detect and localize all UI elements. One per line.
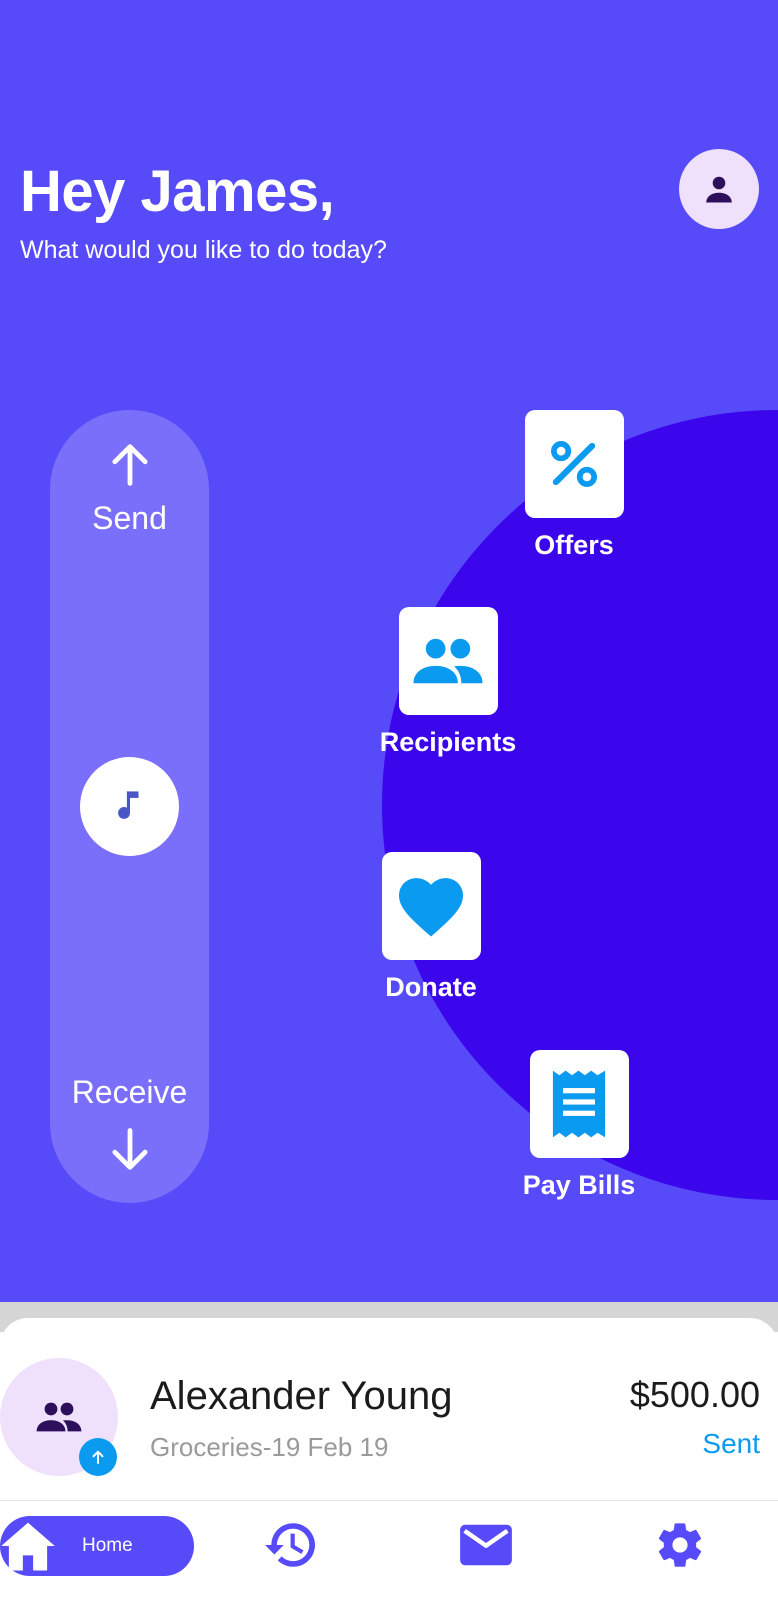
nav-home-button[interactable]: Home (0, 1516, 194, 1576)
recipients-tile[interactable] (398, 607, 498, 715)
pay-bills-action[interactable]: Pay Bills (499, 1050, 659, 1201)
mail-icon (460, 1524, 512, 1566)
bottom-navigation: Home (0, 1500, 778, 1601)
receipt-icon (552, 1070, 606, 1138)
donate-label: Donate (385, 972, 477, 1002)
offers-action[interactable]: Offers (494, 410, 654, 561)
settings-icon (658, 1523, 702, 1567)
person-icon (706, 176, 732, 203)
offers-tile[interactable] (524, 410, 624, 518)
arrow-down-icon (111, 1128, 148, 1170)
receive-label[interactable]: Receive (50, 1074, 209, 1111)
nav-messages-button[interactable] (456, 1515, 516, 1575)
offers-label: Offers (534, 530, 614, 560)
history-icon (265, 1523, 315, 1567)
nav-home-label: Home (82, 1535, 133, 1556)
sent-badge (79, 1438, 117, 1476)
donate-tile[interactable] (381, 852, 481, 960)
people-icon (413, 638, 483, 684)
home-icon (1, 1522, 55, 1571)
greeting-title: Hey James, (20, 159, 335, 224)
pay-bills-tile[interactable] (529, 1050, 629, 1158)
recipients-label: Recipients (379, 727, 517, 757)
arrow-up-icon (92, 1450, 104, 1464)
send-receive-slider[interactable]: Send Receive (50, 410, 209, 1203)
percent-icon (551, 441, 597, 487)
heart-icon (399, 878, 463, 937)
send-label[interactable]: Send (50, 500, 209, 537)
profile-avatar-button[interactable] (679, 149, 759, 229)
transaction-detail: Groceries-19 Feb 19 (150, 1432, 389, 1462)
transaction-amount: $500.00 (629, 1374, 760, 1415)
slider-knob[interactable] (80, 757, 179, 856)
transaction-status: Sent (702, 1428, 760, 1459)
nav-settings-button[interactable] (650, 1515, 710, 1575)
recent-transaction-card[interactable]: Alexander Young Groceries-19 Feb 19 $500… (0, 1318, 778, 1500)
donate-action[interactable]: Donate (351, 852, 511, 1003)
music-note-icon (117, 790, 138, 819)
pay-bills-label: Pay Bills (522, 1170, 636, 1200)
arrow-up-icon (111, 444, 148, 486)
nav-history-button[interactable] (261, 1515, 321, 1575)
greeting-subtitle: What would you like to do today? (20, 236, 387, 264)
recipient-name: Alexander Young (150, 1374, 453, 1418)
hero-section: Hey James, What would you like to do tod… (0, 0, 778, 1302)
people-icon (36, 1402, 82, 1432)
recipients-action[interactable]: Recipients (368, 607, 528, 758)
